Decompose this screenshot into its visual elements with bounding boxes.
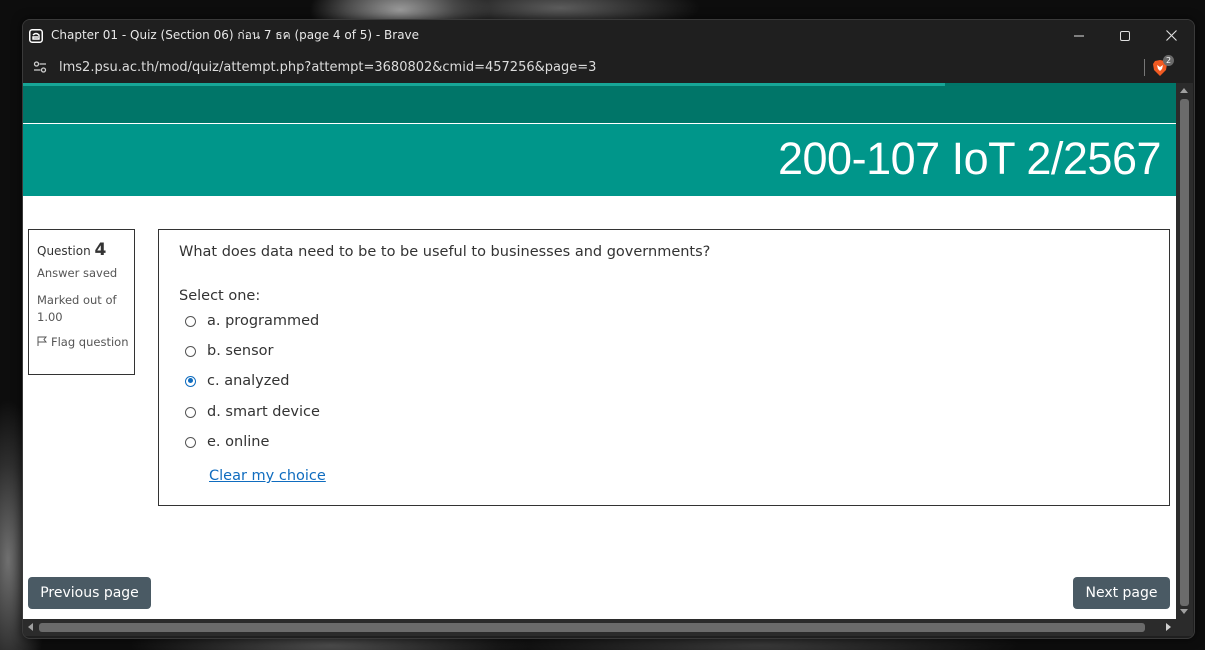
vertical-scroll-thumb[interactable] bbox=[1180, 99, 1189, 606]
vertical-scrollbar[interactable] bbox=[1176, 83, 1193, 619]
flag-label: Flag question bbox=[51, 335, 129, 349]
question-text: What does data need to be to be useful t… bbox=[179, 244, 711, 260]
browser-window: Chapter 01 - Quiz (Section 06) ก่อน 7 ธค… bbox=[22, 19, 1195, 639]
course-title: 200-107 IoT 2/2567 bbox=[778, 133, 1162, 184]
site-settings-icon[interactable] bbox=[33, 60, 47, 74]
site-navbar bbox=[23, 83, 1176, 123]
question-label: Question bbox=[37, 244, 91, 258]
shields-count-badge: 2 bbox=[1163, 55, 1174, 66]
question-number-value: 4 bbox=[94, 240, 107, 260]
answer-label-e[interactable]: e. online bbox=[207, 434, 269, 450]
scroll-up-icon[interactable] bbox=[1180, 88, 1188, 93]
title-bar: Chapter 01 - Quiz (Section 06) ก่อน 7 ธค… bbox=[23, 20, 1194, 51]
next-page-button[interactable]: Next page bbox=[1073, 577, 1170, 609]
scroll-right-icon[interactable] bbox=[1166, 623, 1171, 631]
flag-question-link[interactable]: Flag question bbox=[37, 334, 133, 351]
address-bar: lms2.psu.ac.th/mod/quiz/attempt.php?atte… bbox=[23, 51, 1194, 83]
question-number: Question 4 bbox=[37, 240, 106, 260]
radio-c[interactable] bbox=[185, 375, 196, 387]
page-load-progress bbox=[23, 83, 946, 86]
answer-option-a[interactable]: a. programmed bbox=[185, 310, 319, 332]
course-banner: 200-107 IoT 2/2567 bbox=[23, 124, 1176, 196]
close-button[interactable] bbox=[1148, 20, 1194, 51]
answer-label-c[interactable]: c. analyzed bbox=[207, 373, 290, 389]
answer-label-a[interactable]: a. programmed bbox=[207, 313, 319, 329]
maximize-icon bbox=[1120, 30, 1130, 41]
scroll-left-icon[interactable] bbox=[28, 623, 33, 631]
answer-option-b[interactable]: b. sensor bbox=[185, 340, 273, 362]
radio-a[interactable] bbox=[185, 315, 196, 327]
clear-choice-link[interactable]: Clear my choice bbox=[209, 468, 326, 484]
answer-option-c[interactable]: c. analyzed bbox=[185, 370, 290, 392]
question-state: Answer saved bbox=[37, 266, 118, 280]
radio-d[interactable] bbox=[185, 406, 196, 418]
window-controls bbox=[1056, 20, 1194, 51]
radio-b[interactable] bbox=[185, 345, 196, 357]
radio-e[interactable] bbox=[185, 436, 196, 448]
scroll-down-icon[interactable] bbox=[1180, 609, 1188, 614]
question-info-panel: Question 4 Answer saved Marked out of 1.… bbox=[28, 229, 135, 375]
url-field[interactable]: lms2.psu.ac.th/mod/quiz/attempt.php?atte… bbox=[59, 60, 596, 75]
horizontal-scroll-thumb[interactable] bbox=[39, 623, 1145, 632]
answer-label-b[interactable]: b. sensor bbox=[207, 343, 273, 359]
maximize-button[interactable] bbox=[1102, 20, 1148, 51]
answer-label-d[interactable]: d. smart device bbox=[207, 404, 320, 420]
question-content: What does data need to be to be useful t… bbox=[158, 229, 1170, 506]
close-icon bbox=[1165, 30, 1177, 41]
select-one-prompt: Select one: bbox=[179, 288, 261, 304]
horizontal-scrollbar[interactable] bbox=[23, 619, 1176, 636]
minimize-button[interactable] bbox=[1056, 20, 1102, 51]
page-viewport: 200-107 IoT 2/2567 Question 4 Answer sav… bbox=[23, 83, 1176, 619]
question-grade: Marked out of 1.00 bbox=[37, 293, 117, 324]
answer-option-e[interactable]: e. online bbox=[185, 431, 269, 453]
minimize-icon bbox=[1074, 35, 1084, 36]
address-divider bbox=[1144, 59, 1145, 76]
brave-shields-icon[interactable]: 2 bbox=[1152, 55, 1174, 77]
app-icon bbox=[29, 28, 43, 43]
scrollbar-corner bbox=[1176, 619, 1193, 636]
window-title: Chapter 01 - Quiz (Section 06) ก่อน 7 ธค… bbox=[51, 28, 420, 42]
previous-page-button[interactable]: Previous page bbox=[28, 577, 151, 609]
flag-icon bbox=[37, 336, 47, 346]
answer-option-d[interactable]: d. smart device bbox=[185, 401, 320, 423]
